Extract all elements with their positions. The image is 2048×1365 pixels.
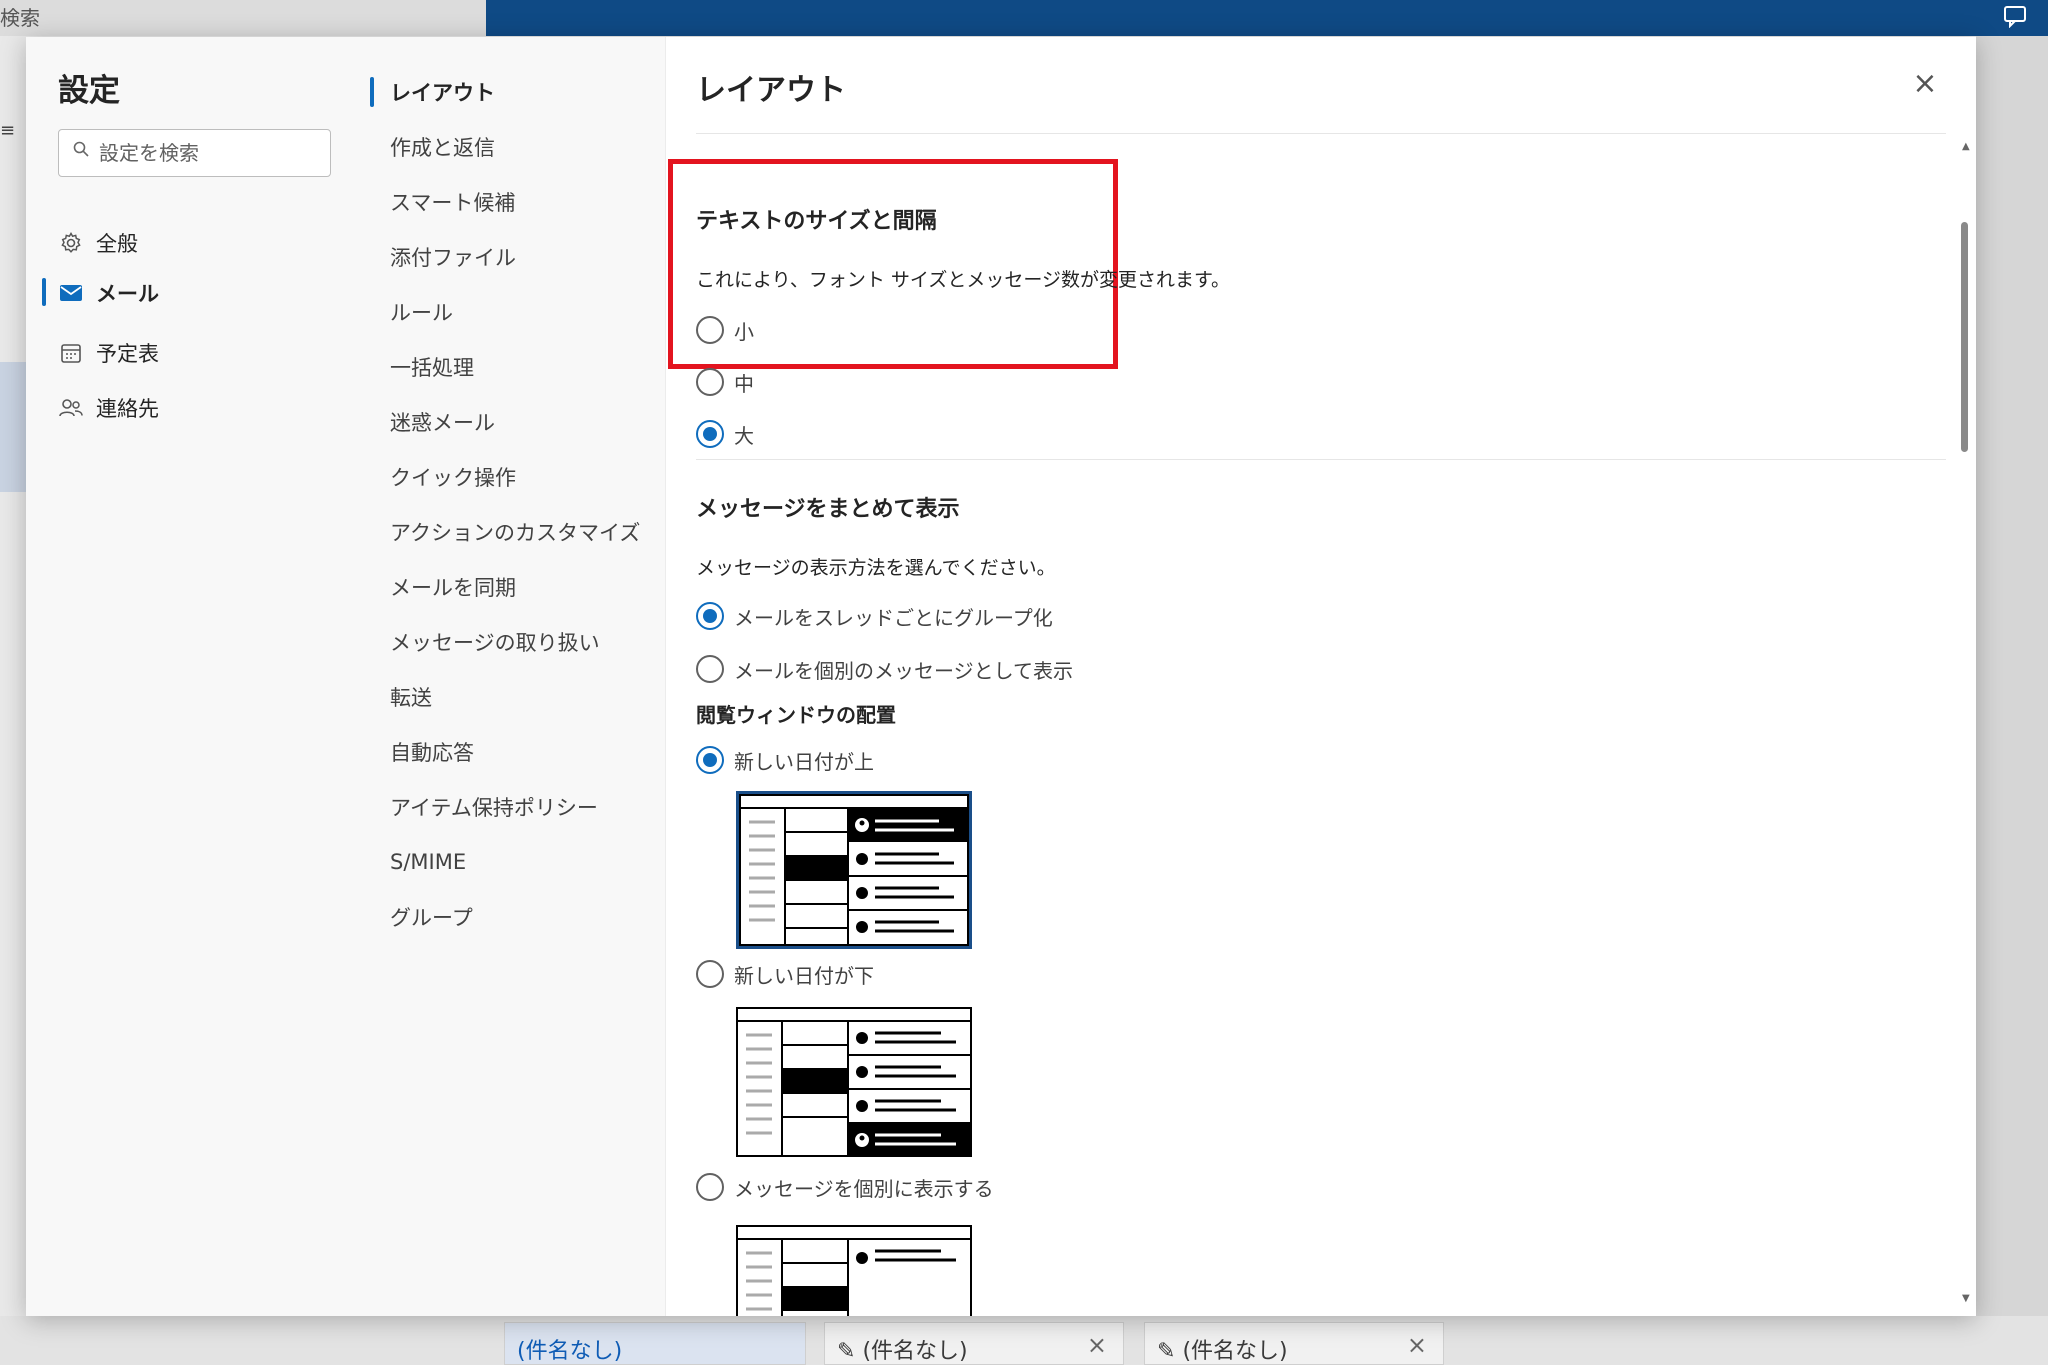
radio-circle (696, 746, 724, 774)
scroll-down-arrow[interactable]: ▼ (1962, 1293, 1970, 1304)
radio-label: 新しい日付が上 (734, 749, 874, 774)
draft-tab-label: (件名なし) (517, 1339, 623, 1364)
settings-subcategories-pane: レイアウト 作成と返信 スマート候補 添付ファイル ルール 一括処理 迷惑メール… (360, 37, 666, 1316)
app-right-panel (1976, 36, 2048, 1336)
draft-tab[interactable]: ✎ (件名なし) × (1144, 1322, 1444, 1365)
conversation-title: メッセージをまとめて表示 (696, 497, 960, 522)
newest-on-bottom-radio[interactable]: 新しい日付が下 (696, 957, 874, 991)
close-icon: × (1912, 66, 1938, 101)
group-by-thread-radio[interactable]: メールをスレッドごとにグループ化 (696, 599, 1053, 633)
subcategory-groups[interactable]: グループ (390, 897, 473, 937)
subcategory-smart-suggestions[interactable]: スマート候補 (390, 182, 515, 222)
section-divider (696, 459, 1946, 460)
layout-settings-content: レイアウト × ▲ ▼ テキストのサイズと間隔 これにより、フォント サイズとメ… (666, 37, 1976, 1316)
radio-label: メッセージを個別に表示する (734, 1176, 994, 1201)
subcategory-smime[interactable]: S/MIME (390, 842, 466, 882)
scrollbar-thumb[interactable] (1961, 222, 1968, 452)
settings-title: 設定 (58, 73, 120, 109)
text-size-small-radio[interactable]: 小 (696, 313, 754, 347)
tab-close-icon[interactable]: × (1087, 1331, 1107, 1359)
app-list-icon: ≡ (0, 120, 16, 141)
reading-pane-title: 閲覧ウィンドウの配置 (696, 703, 896, 727)
category-label: 連絡先 (96, 397, 159, 421)
radio-circle (696, 420, 724, 448)
category-calendar[interactable]: 予定表 (58, 333, 338, 373)
conversation-description: メッセージの表示方法を選んでください。 (696, 557, 1056, 579)
radio-label: 中 (734, 371, 754, 396)
draft-tab[interactable]: ✎ (件名なし) × (824, 1322, 1124, 1365)
subcategory-junk-email[interactable]: 迷惑メール (390, 402, 495, 442)
pencil-icon: ✎ (837, 1339, 856, 1364)
draft-tab[interactable]: (件名なし) (504, 1322, 806, 1365)
people-icon (58, 395, 84, 421)
calendar-icon (58, 340, 84, 366)
scroll-up-arrow[interactable]: ▲ (1962, 141, 1970, 152)
subcategory-attachments[interactable]: 添付ファイル (390, 237, 516, 277)
radio-label: 新しい日付が下 (734, 963, 874, 988)
subcategory-message-handling[interactable]: メッセージの取り扱い (390, 622, 600, 662)
tab-close-icon[interactable]: × (1407, 1331, 1427, 1359)
radio-label: 小 (734, 319, 754, 344)
subcategory-automatic-replies[interactable]: 自動応答 (390, 732, 474, 772)
category-label: メール (96, 282, 159, 306)
radio-label: メールをスレッドごとにグループ化 (734, 605, 1053, 630)
app-selected-item (0, 362, 26, 492)
radio-label: 大 (734, 423, 754, 448)
subcategory-sweep[interactable]: 一括処理 (390, 347, 474, 387)
settings-search[interactable] (58, 129, 331, 177)
subcategory-rules[interactable]: ルール (390, 292, 453, 332)
subcategory-retention-policies[interactable]: アイテム保持ポリシー (390, 787, 598, 827)
subcategory-sync-email[interactable]: メールを同期 (390, 567, 516, 607)
newest-on-bottom-preview[interactable] (736, 1007, 972, 1159)
individual-messages-radio[interactable]: メールを個別のメッセージとして表示 (696, 652, 1073, 686)
active-subcategory-indicator (370, 77, 374, 107)
close-button[interactable]: × (1908, 67, 1942, 101)
subcategory-quick-steps[interactable]: クイック操作 (390, 457, 516, 497)
subcategory-compose-reply[interactable]: 作成と返信 (390, 127, 495, 167)
subcategory-layout[interactable]: レイアウト (390, 72, 495, 112)
draft-tab-label: (件名なし) (862, 1339, 968, 1364)
newest-on-top-preview[interactable] (736, 791, 972, 949)
radio-circle (696, 316, 724, 344)
gear-icon (58, 230, 84, 256)
text-size-large-radio[interactable]: 大 (696, 417, 754, 451)
draft-tab-label: (件名なし) (1182, 1339, 1288, 1364)
individual-view-radio[interactable]: メッセージを個別に表示する (696, 1170, 994, 1204)
app-search-bar[interactable]: 検索 (0, 0, 486, 36)
search-icon (73, 141, 89, 162)
individual-view-preview[interactable] (736, 1225, 972, 1316)
text-size-description: これにより、フォント サイズとメッセージ数が変更されます。 (696, 269, 1231, 291)
content-title: レイアウト (696, 73, 846, 108)
settings-categories-pane: 設定 全般 メール 予定表 (26, 37, 360, 1316)
app-search-label: 検索 (0, 6, 40, 30)
mail-icon (58, 280, 84, 306)
radio-circle (696, 655, 724, 683)
text-size-medium-radio[interactable]: 中 (696, 365, 754, 399)
text-size-title: テキストのサイズと間隔 (696, 209, 937, 234)
active-category-indicator (42, 278, 46, 306)
radio-circle (696, 1173, 724, 1201)
pencil-icon: ✎ (1157, 1339, 1176, 1364)
radio-label: メールを個別のメッセージとして表示 (734, 658, 1073, 683)
chat-icon[interactable] (2002, 4, 2030, 29)
category-mail[interactable]: メール (58, 273, 338, 313)
category-people[interactable]: 連絡先 (58, 388, 338, 428)
category-general[interactable]: 全般 (58, 223, 338, 263)
subcategory-customize-actions[interactable]: アクションのカスタマイズ (390, 512, 640, 552)
category-label: 全般 (96, 232, 138, 256)
subcategory-forwarding[interactable]: 転送 (390, 677, 432, 717)
radio-circle (696, 368, 724, 396)
radio-circle (696, 960, 724, 988)
settings-dialog: 設定 全般 メール 予定表 (26, 37, 1976, 1316)
newest-on-top-radio[interactable]: 新しい日付が上 (696, 743, 874, 777)
radio-circle (696, 602, 724, 630)
category-label: 予定表 (96, 342, 159, 366)
header-divider (696, 133, 1946, 134)
settings-search-input[interactable] (99, 138, 319, 168)
